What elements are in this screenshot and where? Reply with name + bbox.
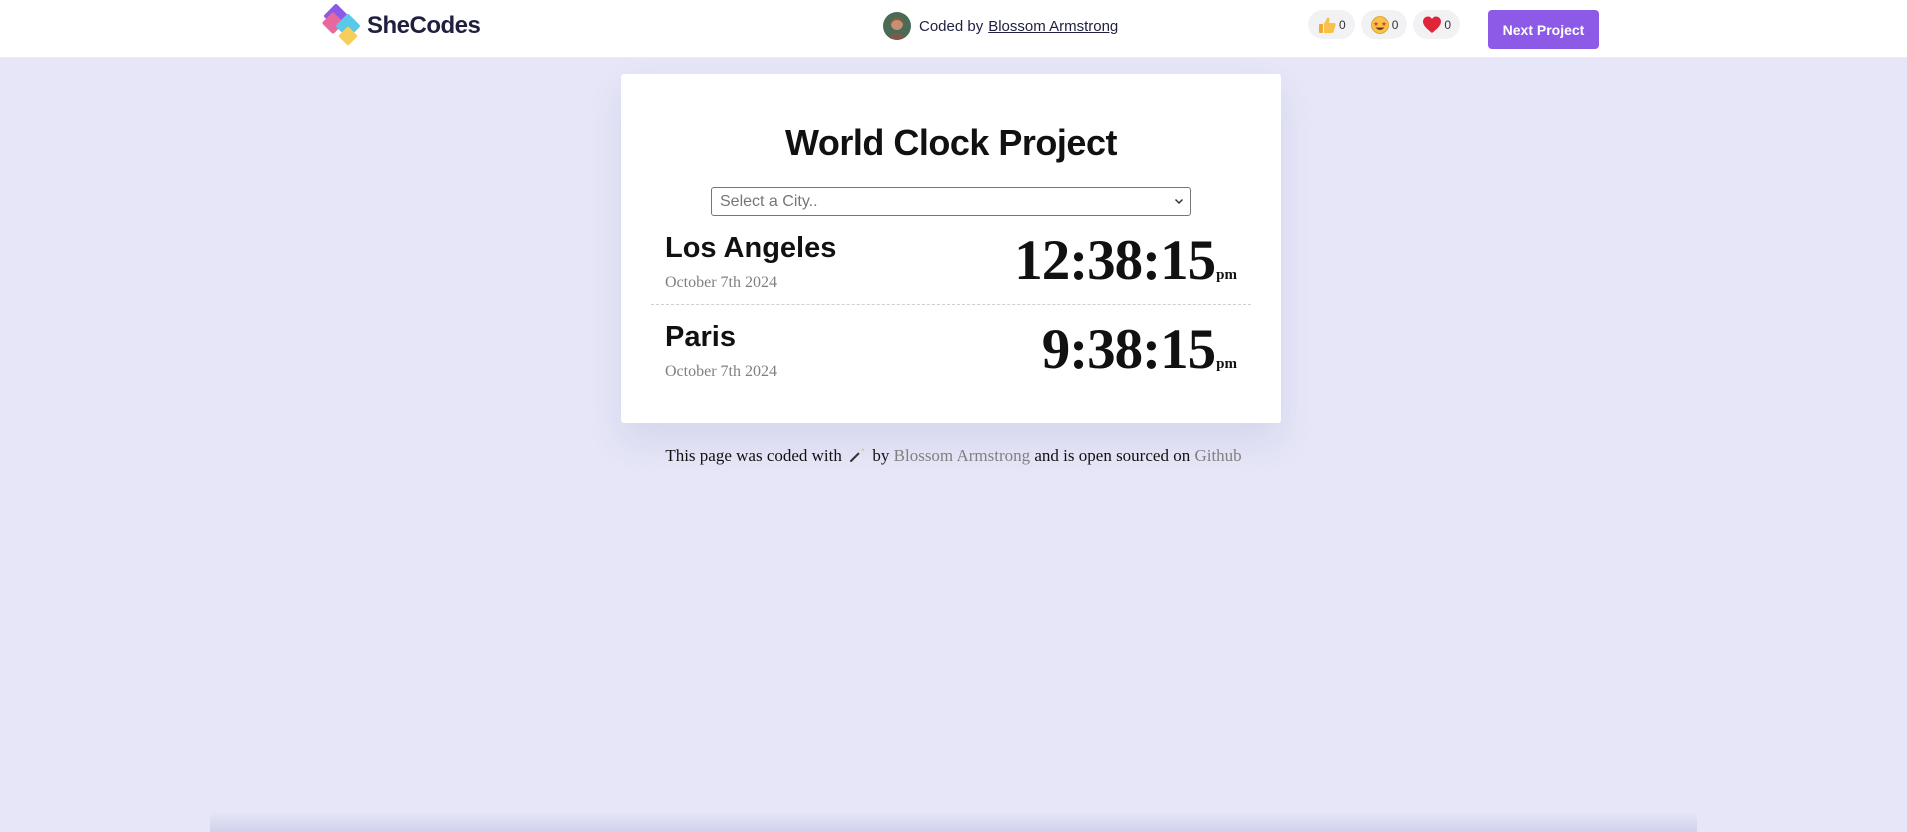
reaction-count: 0 — [1339, 17, 1346, 32]
logo-text: SheCodes — [367, 12, 481, 39]
shecodes-logo-icon — [322, 4, 360, 46]
city-row-los-angeles: Los Angeles October 7th 2024 12:38:15 pm — [665, 229, 1237, 302]
reaction-count: 0 — [1444, 17, 1452, 32]
city-time: 12:38:15 pm — [1014, 228, 1237, 293]
reaction-thumbs-up[interactable]: 0 — [1308, 10, 1355, 39]
reaction-heart[interactable]: 0 — [1413, 10, 1461, 39]
shecodes-logo[interactable]: SheCodes — [321, 3, 481, 49]
city-time: 9:38:15 pm — [1042, 317, 1237, 382]
author-avatar — [883, 12, 911, 40]
city-name: Paris — [665, 321, 736, 353]
coded-by: Coded by Blossom Armstrong — [883, 11, 1118, 41]
city-row-paris: Paris October 7th 2024 9:38:15 pm — [665, 318, 1237, 391]
chevron-down-icon — [1174, 198, 1184, 205]
city-select-placeholder: Select a City.. — [720, 192, 818, 210]
footer-text-before: This page was coded with — [665, 446, 842, 465]
reactions: 0 0 0 — [1308, 10, 1461, 39]
magic-wand-icon — [850, 448, 865, 462]
page-title: World Clock Project — [785, 122, 1117, 163]
city-select[interactable]: Select a City.. — [711, 187, 1191, 216]
world-clock-card: World Clock Project Select a City.. Los … — [621, 74, 1281, 423]
footer-author-link[interactable]: Blossom Armstrong — [894, 446, 1031, 465]
city-time-value: 9:38:15 — [1041, 318, 1216, 381]
city-divider — [651, 304, 1251, 305]
city-date: October 7th 2024 — [665, 274, 777, 291]
next-project-button[interactable]: Next Project — [1488, 10, 1599, 49]
footer-text-by: by — [872, 446, 890, 465]
city-time-ampm: pm — [1216, 356, 1237, 372]
thumbs-up-icon — [1319, 17, 1336, 33]
author-link[interactable]: Blossom Armstrong — [988, 18, 1118, 35]
city-date: October 7th 2024 — [665, 363, 777, 380]
footer: This page was coded with by Blossom Arms… — [0, 446, 1907, 466]
heart-icon — [1423, 16, 1442, 33]
bottom-shadow — [210, 812, 1697, 832]
city-time-value: 12:38:15 — [1014, 229, 1216, 292]
footer-text-middle: and is open sourced on — [1034, 446, 1191, 465]
star-struck-icon — [1370, 15, 1389, 34]
footer-github-link[interactable]: Github — [1194, 446, 1241, 465]
coded-by-label: Coded by — [919, 17, 984, 35]
city-time-ampm: pm — [1216, 267, 1237, 283]
city-name: Los Angeles — [665, 232, 837, 264]
reaction-count: 0 — [1391, 17, 1399, 32]
top-navbar: SheCodes Coded by Blossom Armstrong 0 0 … — [0, 0, 1907, 58]
reaction-star-struck[interactable]: 0 — [1360, 10, 1408, 39]
